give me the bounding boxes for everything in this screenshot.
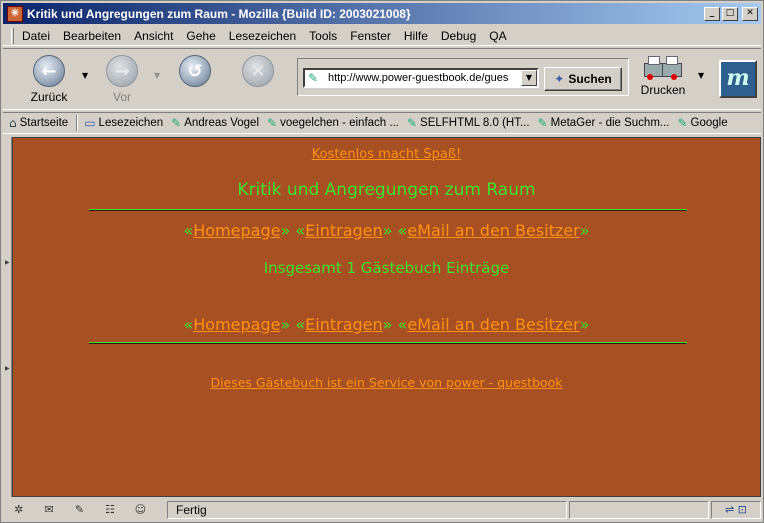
stop-button[interactable]: ✕: [236, 55, 280, 87]
homepage-link[interactable]: Homepage: [193, 315, 280, 334]
personal-toolbar: ⌂ Startseite ▭ Lesezeichen ✎ Andreas Vog…: [3, 112, 761, 134]
menu-fenster[interactable]: Fenster: [350, 29, 391, 43]
title-bar[interactable]: ✳ Kritik und Angregungen zum Raum - Mozi…: [3, 3, 761, 24]
bookmark-andreas-vogel[interactable]: ✎ Andreas Vogel: [171, 116, 259, 130]
menu-debug[interactable]: Debug: [441, 29, 476, 43]
minimize-button[interactable]: _: [704, 6, 720, 21]
navigation-toolbar: ← Zurück ▼ → Vor ▼ ↺ ✕ ✎ http://www.powe…: [3, 48, 761, 110]
bookmark-metager[interactable]: ✎ MetaGer - die Suchm...: [538, 116, 670, 130]
print-button[interactable]: Drucken: [639, 53, 687, 97]
email-owner-link[interactable]: eMail an den Besitzer: [407, 221, 579, 240]
service-link[interactable]: Dieses Gästebuch ist ein Service von pow…: [210, 375, 562, 390]
back-history-dropdown-icon[interactable]: ▼: [82, 71, 88, 80]
maximize-button[interactable]: □: [722, 6, 738, 21]
page-content: Kostenlos macht Spaß! Kritik und Angregu…: [12, 137, 761, 497]
address-book-icon[interactable]: ☷: [102, 503, 117, 517]
back-button[interactable]: ← Zurück: [27, 55, 71, 104]
sidebar-splitter[interactable]: ▶ ▶: [3, 137, 12, 497]
sidebar-toggle-icon[interactable]: ▶: [5, 259, 10, 266]
search-label: Suchen: [568, 72, 612, 86]
guestbook-nav-top: «Homepage» «Eintragen» «eMail an den Bes…: [183, 221, 590, 240]
search-icon: ✦: [554, 72, 565, 86]
home-icon: ⌂: [9, 116, 17, 130]
url-dropdown-icon[interactable]: ▼: [521, 70, 537, 86]
mail-icon[interactable]: ✉: [41, 503, 56, 517]
print-label: Drucken: [640, 83, 686, 97]
menu-bearbeiten[interactable]: Bearbeiten: [63, 29, 121, 43]
window-title: Kritik und Angregungen zum Raum - Mozill…: [27, 6, 411, 21]
search-button[interactable]: ✦ Suchen: [544, 67, 622, 91]
bookmark-icon: ✎: [537, 116, 548, 130]
eintragen-link[interactable]: Eintragen: [305, 221, 383, 240]
mozilla-logo-icon[interactable]: m: [719, 60, 757, 98]
stop-icon: ✕: [242, 55, 274, 87]
bookmark-selfhtml[interactable]: ✎ SELFHTML 8.0 (HT...: [407, 116, 530, 130]
eintragen-link[interactable]: Eintragen: [305, 315, 383, 334]
menu-gehe[interactable]: Gehe: [186, 29, 215, 43]
sidebar-toggle-icon[interactable]: ▶: [5, 365, 10, 372]
status-bar: ✲ ✉ ✎ ☷ ☺ Fertig ⇌ ⊡: [3, 499, 761, 521]
url-bar-group: ✎ http://www.power-guestbook.de/gues ▼ ✦…: [297, 58, 629, 96]
bookmark-google[interactable]: ✎ Google: [677, 116, 727, 130]
bookmark-icon: ✎: [677, 116, 688, 130]
menu-datei[interactable]: Datei: [22, 29, 50, 43]
menu-lesezeichen[interactable]: Lesezeichen: [229, 29, 296, 43]
browser-window: ✳ Kritik und Angregungen zum Raum - Mozi…: [0, 0, 764, 523]
print-dropdown-icon[interactable]: ▼: [698, 71, 704, 80]
forward-label: Vor: [112, 90, 131, 104]
component-bar: ✲ ✉ ✎ ☷ ☺: [3, 503, 163, 517]
menu-ansicht[interactable]: Ansicht: [134, 29, 173, 43]
close-button[interactable]: ✕: [742, 6, 758, 21]
printer-icon: [643, 53, 683, 83]
bookmark-icon: ✎: [171, 116, 182, 130]
email-owner-link[interactable]: eMail an den Besitzer: [407, 315, 579, 334]
menu-hilfe[interactable]: Hilfe: [404, 29, 428, 43]
url-text[interactable]: http://www.power-guestbook.de/gues: [328, 72, 521, 84]
online-status-icon[interactable]: ⇌ ⊡: [711, 501, 761, 519]
navigator-icon[interactable]: ✲: [11, 503, 26, 517]
bookmark-home-label: Startseite: [19, 117, 69, 129]
page-title: Kritik und Angregungen zum Raum: [237, 180, 536, 200]
back-label: Zurück: [30, 90, 68, 104]
composer-icon[interactable]: ✎: [72, 503, 87, 517]
folder-icon: ▭: [84, 116, 96, 130]
bookmark-home[interactable]: ⌂ Startseite: [9, 116, 68, 130]
divider: [89, 342, 687, 344]
status-text: Fertig: [167, 501, 567, 519]
forward-button[interactable]: → Vor: [100, 55, 144, 104]
menu-tools[interactable]: Tools: [309, 29, 337, 43]
bookmark-folder[interactable]: ▭ Lesezeichen: [84, 116, 163, 130]
back-arrow-icon: ←: [33, 55, 65, 87]
bookmark-icon: ✎: [267, 116, 278, 130]
toolbar-grip[interactable]: [11, 27, 14, 44]
progress-meter: [569, 501, 709, 519]
mozilla-icon: ✳: [7, 5, 23, 22]
bookmark-voegelchen[interactable]: ✎ voegelchen - einfach ...: [267, 116, 399, 130]
page-icon: ✎: [308, 71, 319, 85]
guestbook-nav-bottom: «Homepage» «Eintragen» «eMail an den Bes…: [183, 315, 590, 334]
kostenlos-link[interactable]: Kostenlos macht Spaß!: [312, 147, 462, 162]
reload-icon: ↺: [179, 55, 211, 87]
forward-history-dropdown-icon[interactable]: ▼: [154, 71, 160, 80]
url-input[interactable]: ✎ http://www.power-guestbook.de/gues ▼: [303, 68, 539, 88]
homepage-link[interactable]: Homepage: [193, 221, 280, 240]
forward-arrow-icon: →: [106, 55, 138, 87]
bookmark-icon: ✎: [406, 116, 418, 130]
chat-icon[interactable]: ☺: [133, 503, 148, 517]
divider: [89, 209, 687, 211]
menu-bar: Datei Bearbeiten Ansicht Gehe Lesezeiche…: [3, 26, 761, 46]
bookmark-folder-label: Lesezeichen: [98, 117, 164, 129]
reload-button[interactable]: ↺: [173, 55, 217, 87]
entry-count: Insgesamt 1 Gästebuch Einträge: [263, 259, 510, 277]
menu-qa[interactable]: QA: [489, 29, 506, 43]
